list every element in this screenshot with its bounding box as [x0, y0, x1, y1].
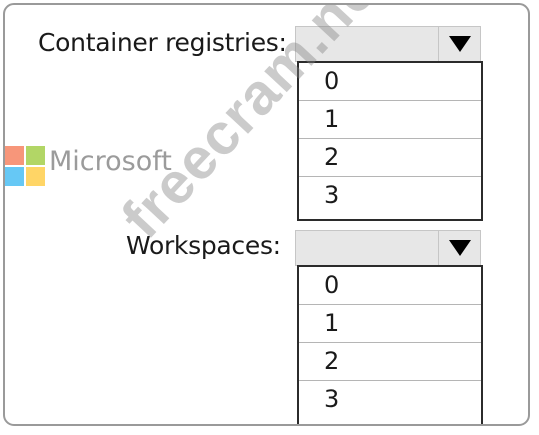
container-registries-option-2[interactable]: 2 [299, 139, 481, 177]
microsoft-logo-text: Microsoft [49, 146, 172, 177]
workspaces-label: Workspaces: [126, 231, 281, 260]
workspaces-options: 0 1 2 3 [297, 265, 483, 424]
container-registries-dropdown-toggle[interactable] [438, 27, 480, 61]
dropdown-arrow-icon [449, 36, 471, 52]
container-registries-option-1[interactable]: 1 [299, 101, 481, 139]
workspaces-option-1[interactable]: 1 [299, 305, 481, 343]
workspaces-option-2[interactable]: 2 [299, 343, 481, 381]
microsoft-squares-icon [5, 146, 45, 186]
container-registries-option-0[interactable]: 0 [299, 63, 481, 101]
container-registries-options: 0 1 2 3 [297, 61, 483, 221]
workspaces-dropdown-toggle[interactable] [438, 231, 480, 265]
workspaces-dropdown[interactable] [295, 230, 481, 266]
dropdown-arrow-icon [449, 240, 471, 256]
container-registries-label: Container registries: [38, 28, 287, 57]
question-panel: Microsoft Container registries: 0 1 2 3 … [3, 3, 530, 426]
workspaces-option-0[interactable]: 0 [299, 267, 481, 305]
container-registries-dropdown[interactable] [295, 26, 481, 62]
container-registries-option-3[interactable]: 3 [299, 177, 481, 215]
workspaces-option-3[interactable]: 3 [299, 381, 481, 419]
